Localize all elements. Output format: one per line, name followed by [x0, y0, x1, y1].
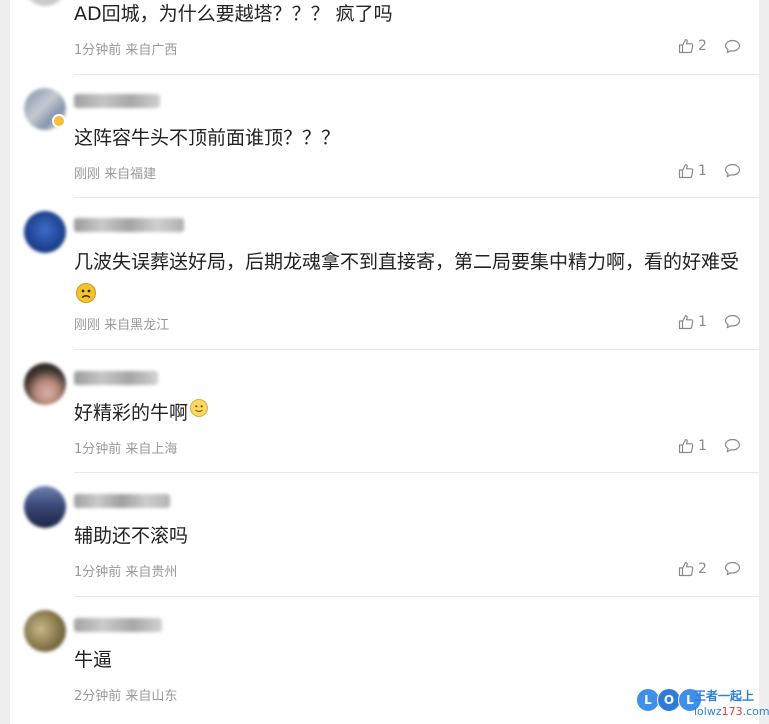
comment-meta: 1分钟前 来自上海	[74, 442, 178, 457]
thumbs-up-icon	[678, 561, 694, 577]
thumbs-up-icon	[678, 314, 694, 330]
smiling-face-icon	[190, 399, 209, 417]
username[interactable]	[74, 94, 160, 108]
divider	[74, 349, 759, 350]
comment-meta: 刚刚 来自福建	[74, 167, 157, 182]
like-count: 1	[698, 438, 707, 454]
frowning-face-icon	[76, 283, 96, 303]
avatar[interactable]	[24, 211, 66, 253]
watermark-site: lolwz173.com	[694, 705, 769, 718]
like-count: 2	[698, 561, 707, 577]
username[interactable]	[74, 494, 170, 508]
comment-text: 辅助还不滚吗	[74, 525, 189, 547]
comment-list: AD回城，为什么要越塔？？？ 疯了吗 1分钟前 来自广西 2 这阵容牛头不顶前面…	[10, 0, 769, 724]
username[interactable]	[74, 371, 158, 385]
divider	[74, 74, 759, 75]
comment-bubble-icon	[724, 314, 741, 329]
comment-text: AD回城，为什么要越塔？？？ 疯了吗	[74, 3, 393, 25]
comment-text: 几波失误葬送好局，后期龙魂拿不到直接寄，第二局要集中精力啊，看的好难受	[74, 246, 744, 310]
like-button[interactable]: 2	[678, 561, 707, 577]
reply-button[interactable]	[724, 39, 741, 54]
like-button[interactable]: 1	[678, 438, 707, 454]
comment-bubble-icon	[724, 163, 741, 178]
comment-meta: 1分钟前 来自广西	[74, 43, 178, 58]
thumbs-up-icon	[678, 438, 694, 454]
divider	[74, 472, 759, 473]
avatar[interactable]	[24, 363, 66, 405]
like-button[interactable]: 1	[678, 314, 707, 330]
comment-bubble-icon	[724, 561, 741, 576]
divider	[74, 197, 759, 198]
comment-text: 这阵容牛头不顶前面谁顶？？？	[74, 127, 341, 149]
comment-text: 牛逼	[74, 649, 113, 671]
lol-badge-icon: L O L	[636, 688, 702, 712]
site-watermark-logo: L O L 王者一起上 lolwz173.com	[636, 686, 769, 724]
comment-meta: 1分钟前 来自贵州	[74, 565, 178, 580]
like-count: 1	[698, 163, 707, 179]
comment-meta: 2分钟前 来自山东	[74, 689, 178, 704]
thumbs-up-icon	[678, 163, 694, 179]
reply-button[interactable]	[724, 314, 741, 329]
reply-button[interactable]	[724, 561, 741, 576]
watermark-title: 王者一起上	[694, 689, 755, 703]
divider	[74, 596, 759, 597]
reply-button[interactable]	[724, 438, 741, 453]
comment-bubble-icon	[724, 39, 741, 54]
avatar[interactable]	[24, 486, 66, 528]
avatar[interactable]	[24, 610, 66, 652]
like-button[interactable]: 2	[678, 38, 707, 54]
avatar[interactable]	[24, 0, 66, 6]
like-button[interactable]: 1	[678, 163, 707, 179]
like-count: 2	[698, 38, 707, 54]
thumbs-up-icon	[678, 38, 694, 54]
page: AD回城，为什么要越塔？？？ 疯了吗 1分钟前 来自广西 2 这阵容牛头不顶前面…	[0, 0, 769, 724]
comment-bubble-icon	[724, 438, 741, 453]
reply-button[interactable]	[724, 163, 741, 178]
like-count: 1	[698, 314, 707, 330]
comment-text: 好精彩的牛啊	[74, 397, 744, 429]
username[interactable]	[74, 218, 184, 232]
verified-badge-icon	[52, 114, 66, 128]
comment-meta: 刚刚 来自黑龙江	[74, 318, 170, 333]
username[interactable]	[74, 618, 162, 632]
